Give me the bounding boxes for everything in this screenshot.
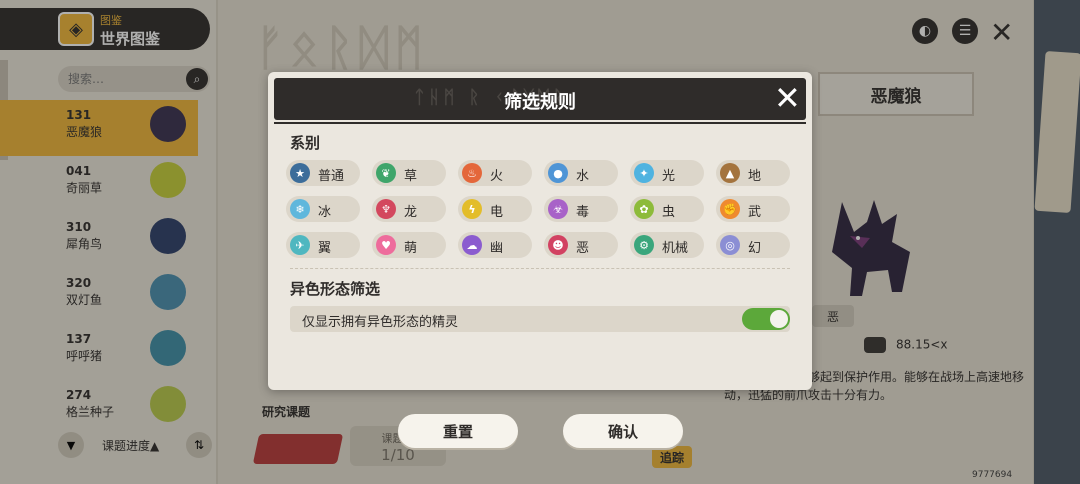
section-series-label: 系别 (290, 134, 321, 152)
type-chip-13[interactable]: ♥ 萌 (372, 232, 446, 258)
type-chip-14[interactable]: ☁ 幽 (458, 232, 532, 258)
type-chip-10[interactable]: ✿ 虫 (630, 196, 704, 222)
heart-icon: ♥ (376, 235, 396, 255)
spiral-icon: ◎ (720, 235, 740, 255)
ghost-icon: ☁ (462, 235, 482, 255)
type-chip-label: 恶 (576, 241, 590, 256)
bug-icon: ✿ (634, 199, 654, 219)
type-chip-label: 冰 (318, 205, 332, 220)
dialog-close-icon[interactable]: ✕ (774, 80, 801, 116)
type-chip-15[interactable]: ☻ 恶 (544, 232, 618, 258)
type-chip-2[interactable]: ♨ 火 (458, 160, 532, 186)
type-chip-7[interactable]: ♆ 龙 (372, 196, 446, 222)
dialog-header: ᛏᚺᛗ ᚱ ᚲᛇᚷᛞᚱ 筛选规则 ✕ (274, 78, 806, 120)
type-chip-label: 电 (490, 205, 504, 220)
type-chip-label: 火 (490, 169, 504, 184)
shiny-filter-toggle[interactable] (742, 308, 790, 330)
type-chip-16[interactable]: ⚙ 机械 (630, 232, 704, 258)
type-chip-label: 毒 (576, 205, 590, 220)
type-chip-6[interactable]: ❄ 冰 (286, 196, 360, 222)
type-chip-0[interactable]: ★ 普通 (286, 160, 360, 186)
type-chip-label: 地 (748, 169, 762, 184)
type-chip-9[interactable]: ☣ 毒 (544, 196, 618, 222)
header-divider (274, 122, 806, 124)
gear-icon: ⚙ (634, 235, 654, 255)
bolt-icon: ϟ (462, 199, 482, 219)
type-chip-label: 萌 (404, 241, 418, 256)
type-chip-12[interactable]: ✈ 翼 (286, 232, 360, 258)
shiny-filter-row: 仅显示拥有异色形态的精灵 (290, 306, 790, 332)
star-icon: ★ (290, 163, 310, 183)
type-chip-5[interactable]: ▲ 地 (716, 160, 790, 186)
type-chip-label: 机械 (662, 241, 689, 256)
type-chip-17[interactable]: ◎ 幻 (716, 232, 790, 258)
type-chip-label: 普通 (318, 169, 345, 184)
sparkle-icon: ✦ (634, 163, 654, 183)
type-chip-label: 草 (404, 169, 418, 184)
mountain-icon: ▲ (720, 163, 740, 183)
type-chip-label: 光 (662, 169, 676, 184)
type-chip-label: 幽 (490, 241, 504, 256)
type-chip-8[interactable]: ϟ电 (458, 196, 532, 222)
section-shiny-label: 异色形态筛选 (290, 280, 381, 298)
fist-icon: ✊ (720, 199, 740, 219)
type-chip-4[interactable]: ✦ 光 (630, 160, 704, 186)
shiny-filter-label: 仅显示拥有异色形态的精灵 (302, 315, 459, 330)
confirm-button[interactable]: 确认 (563, 414, 683, 448)
game-screen: ᚠᛟᚱᛞᛗ ◐ ☰ ✕ 恶魔狼 恶 88.15<x …粗糙，似乎能够起到保护作用… (0, 0, 1080, 484)
poison-icon: ☣ (548, 199, 568, 219)
type-chip-11[interactable]: ✊ 武 (716, 196, 790, 222)
filter-dialog: ᛏᚺᛗ ᚱ ᚲᛇᚷᛞᚱ 筛选规则 ✕ 系别 ★ 普通 ❦ 草 ♨ 火 ● 水 ✦ 光 ▲ 地 ❄ 冰 ♆ 龙 ϟ… (268, 72, 812, 390)
flame-icon: ♨ (462, 163, 482, 183)
dialog-title: 筛选规则 (504, 92, 576, 113)
type-chip-label: 虫 (662, 205, 676, 220)
type-chip-label: 武 (748, 205, 762, 220)
section-divider (290, 268, 790, 269)
dragon-icon: ♆ (376, 199, 396, 219)
type-chip-label: 龙 (404, 205, 418, 220)
type-chip-3[interactable]: ● 水 (544, 160, 618, 186)
type-chip-label: 幻 (748, 241, 762, 256)
type-chip-1[interactable]: ❦ 草 (372, 160, 446, 186)
devil-icon: ☻ (548, 235, 568, 255)
drop-icon: ● (548, 163, 568, 183)
toggle-knob (770, 310, 788, 328)
reset-button[interactable]: 重置 (398, 414, 518, 448)
type-chip-label: 翼 (318, 241, 332, 256)
leaf-icon: ❦ (376, 163, 396, 183)
wing-icon: ✈ (290, 235, 310, 255)
snowflake-icon: ❄ (290, 199, 310, 219)
type-chip-label: 水 (576, 169, 590, 184)
